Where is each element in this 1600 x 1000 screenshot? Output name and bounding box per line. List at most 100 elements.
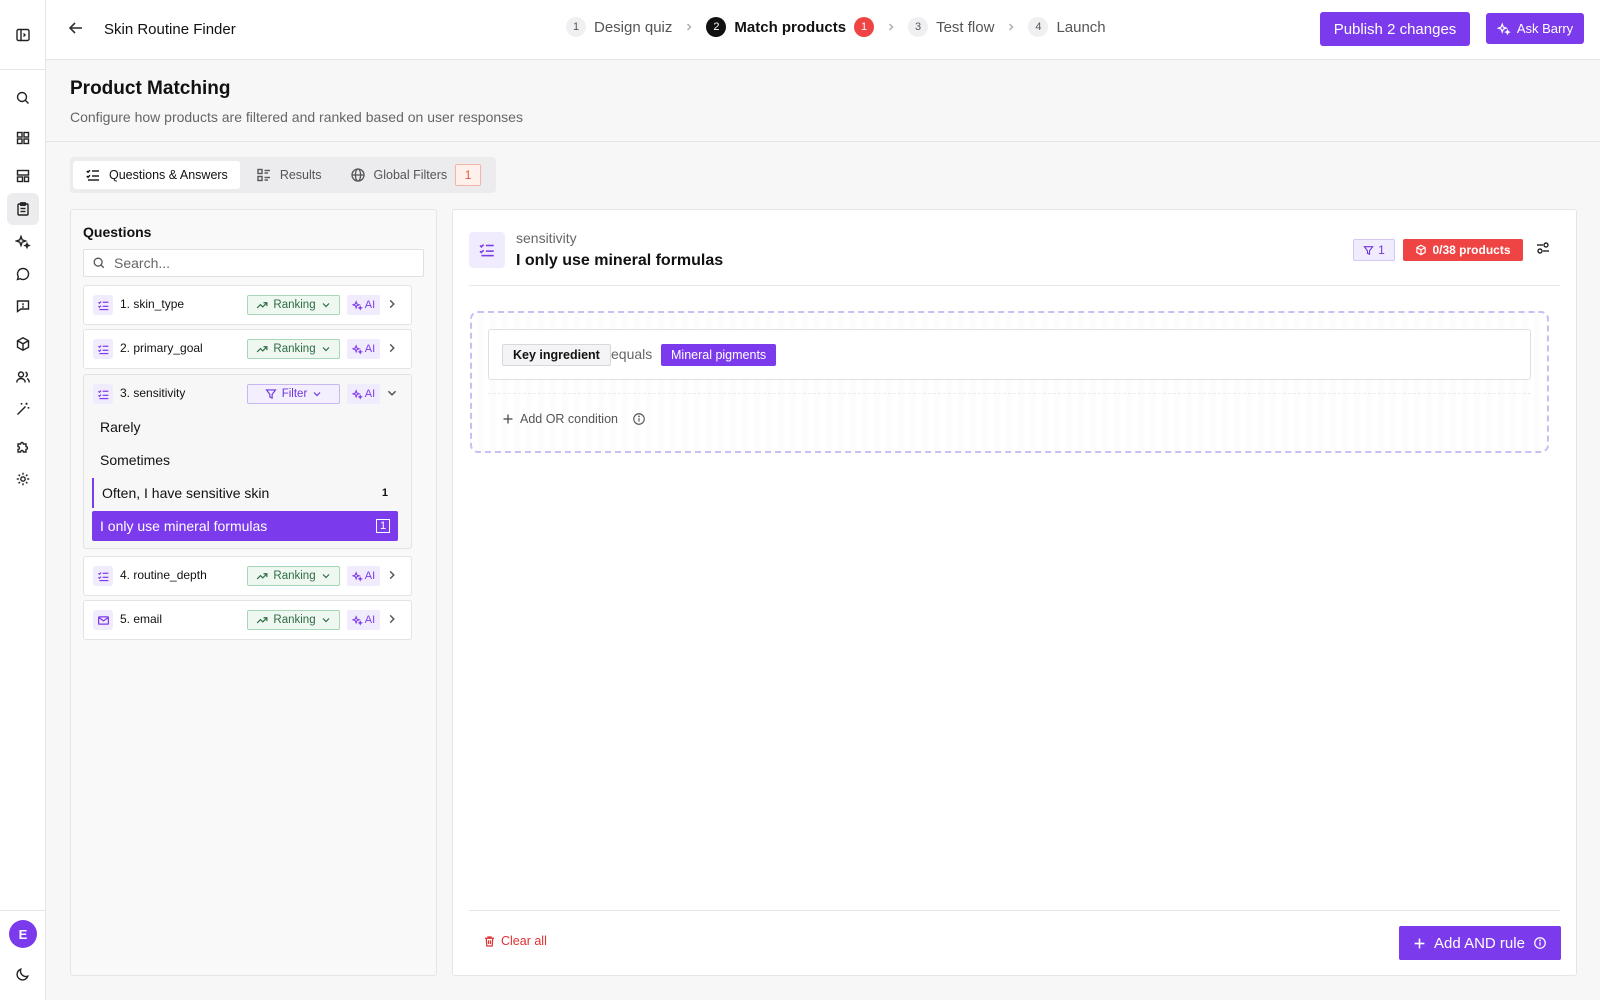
- detail-divider: [469, 285, 1560, 286]
- answer-label: Sometimes: [100, 452, 171, 468]
- answer-item[interactable]: Often, I have sensitive skin 1: [92, 478, 398, 508]
- tab-results[interactable]: Results: [244, 161, 334, 189]
- chevron-down-icon[interactable]: [386, 387, 398, 399]
- footer-divider: [469, 910, 1560, 911]
- message-square-icon[interactable]: [7, 290, 39, 322]
- quiz-clipboard-icon[interactable]: [7, 193, 39, 225]
- ai-toggle[interactable]: AI: [347, 566, 380, 586]
- question-header[interactable]: 1. skin_type Ranking AI: [84, 286, 411, 324]
- chevron-right-icon: [684, 22, 694, 32]
- answer-item-selected[interactable]: I only use mineral formulas 1: [92, 511, 398, 541]
- info-icon[interactable]: [632, 412, 646, 426]
- plus-icon: [502, 413, 514, 425]
- products-label: 0/38 products: [1432, 243, 1511, 257]
- chevron-right-icon[interactable]: [386, 613, 398, 625]
- page-title: Product Matching: [70, 78, 231, 99]
- add-or-condition-button[interactable]: Add OR condition: [502, 412, 646, 426]
- answer-item[interactable]: Sometimes: [92, 445, 398, 475]
- step-alert-badge: 1: [854, 17, 875, 37]
- dashboard-icon[interactable]: [7, 122, 39, 154]
- answer-item[interactable]: Rarely: [92, 412, 398, 442]
- stepper: 1 Design quiz 2 Match products 1 3 Test …: [566, 17, 1106, 37]
- user-avatar[interactable]: E: [9, 920, 37, 948]
- matching-mode-select[interactable]: Ranking: [247, 295, 340, 315]
- question-label: 3. sensitivity: [120, 386, 186, 400]
- filter-count-badge[interactable]: 1: [1353, 239, 1395, 261]
- question-header[interactable]: 2. primary_goal Ranking AI: [84, 330, 411, 368]
- step-match-products[interactable]: 2 Match products 1: [706, 17, 875, 37]
- matching-mode-select[interactable]: Ranking: [247, 339, 340, 359]
- puzzle-icon[interactable]: [7, 431, 39, 463]
- publish-changes-button[interactable]: Publish 2 changes: [1320, 12, 1470, 46]
- search-icon[interactable]: [7, 82, 39, 114]
- mode-label: Ranking: [273, 570, 316, 582]
- page-heading: Product Matching Configure how products …: [46, 60, 1600, 142]
- chat-bubble-icon[interactable]: [7, 258, 39, 290]
- chevron-right-icon[interactable]: [386, 342, 398, 354]
- matching-mode-select[interactable]: Ranking: [247, 566, 340, 586]
- ai-toggle[interactable]: AI: [347, 339, 380, 359]
- chevron-down-icon: [321, 344, 331, 354]
- question-header[interactable]: 4. routine_depth Ranking AI: [84, 557, 411, 595]
- condition-field[interactable]: Key ingredient: [502, 344, 611, 366]
- layout-icon[interactable]: [7, 160, 39, 192]
- tab-bar: Questions & Answers Results Global Filte…: [70, 157, 497, 193]
- mail-icon: [93, 610, 113, 630]
- add-and-rule-button[interactable]: Add AND rule: [1399, 926, 1561, 960]
- clear-all-button[interactable]: Clear all: [483, 934, 547, 948]
- ai-toggle[interactable]: AI: [347, 610, 380, 630]
- back-arrow-icon[interactable]: [66, 18, 90, 42]
- step-test-flow[interactable]: 3 Test flow: [908, 17, 994, 37]
- results-list-icon: [256, 167, 272, 183]
- tab-questions-answers[interactable]: Questions & Answers: [73, 161, 240, 189]
- sparkles-icon: [351, 614, 363, 626]
- chevron-right-icon[interactable]: [386, 569, 398, 581]
- ai-label: AI: [364, 299, 376, 311]
- ai-toggle[interactable]: AI: [347, 295, 380, 315]
- sparkles-icon[interactable]: [7, 226, 39, 258]
- matching-mode-select[interactable]: Filter: [247, 384, 340, 404]
- trending-up-icon: [256, 570, 268, 582]
- answer-title: I only use mineral formulas: [516, 252, 724, 269]
- answer-label: Often, I have sensitive skin: [102, 485, 270, 501]
- ask-barry-button[interactable]: Ask Barry: [1486, 13, 1584, 44]
- package-icon[interactable]: [7, 328, 39, 360]
- rule-condition: Key ingredient equals Mineral pigments: [488, 329, 1531, 380]
- sparkles-icon: [351, 343, 363, 355]
- group-divider: [488, 393, 1531, 394]
- rail-divider: [0, 910, 46, 911]
- step-number: 3: [908, 17, 929, 37]
- step-launch[interactable]: 4 Launch: [1028, 17, 1106, 37]
- chevron-down-icon: [321, 300, 331, 310]
- settings-sliders-icon[interactable]: [1535, 240, 1551, 256]
- answer-label: I only use mineral formulas: [100, 518, 268, 534]
- gear-icon[interactable]: [7, 463, 39, 495]
- users-icon[interactable]: [7, 361, 39, 393]
- ai-label: AI: [364, 388, 376, 400]
- ask-barry-label: Ask Barry: [1516, 21, 1574, 36]
- globe-icon: [350, 167, 366, 183]
- matched-products-badge[interactable]: 0/38 products: [1403, 239, 1523, 261]
- question-header[interactable]: 3. sensitivity Filter AI: [84, 375, 411, 413]
- question-label: 4. routine_depth: [120, 568, 207, 582]
- ai-toggle[interactable]: AI: [347, 384, 380, 404]
- condition-value[interactable]: Mineral pigments: [661, 344, 777, 366]
- matching-mode-select[interactable]: Ranking: [247, 610, 340, 630]
- step-design-quiz[interactable]: 1 Design quiz: [566, 17, 672, 37]
- question-header[interactable]: 5. email Ranking AI: [84, 601, 411, 639]
- ai-label: AI: [364, 570, 376, 582]
- sparkles-icon: [1496, 21, 1511, 36]
- tab-label: Results: [279, 168, 322, 182]
- question-card-routine-depth: 4. routine_depth Ranking AI: [83, 556, 412, 596]
- search-icon: [92, 256, 106, 270]
- question-label: 1. skin_type: [120, 297, 185, 311]
- tab-global-filters[interactable]: Global Filters 1: [338, 161, 494, 189]
- sparkles-icon: [351, 299, 363, 311]
- tab-label: Questions & Answers: [109, 168, 228, 182]
- dark-mode-moon-icon[interactable]: [7, 958, 39, 990]
- condition-operator[interactable]: equals: [611, 346, 652, 362]
- sidebar-toggle-icon[interactable]: [15, 27, 31, 43]
- chevron-right-icon[interactable]: [386, 298, 398, 310]
- magic-wand-icon[interactable]: [7, 393, 39, 425]
- search-input[interactable]: [114, 255, 414, 271]
